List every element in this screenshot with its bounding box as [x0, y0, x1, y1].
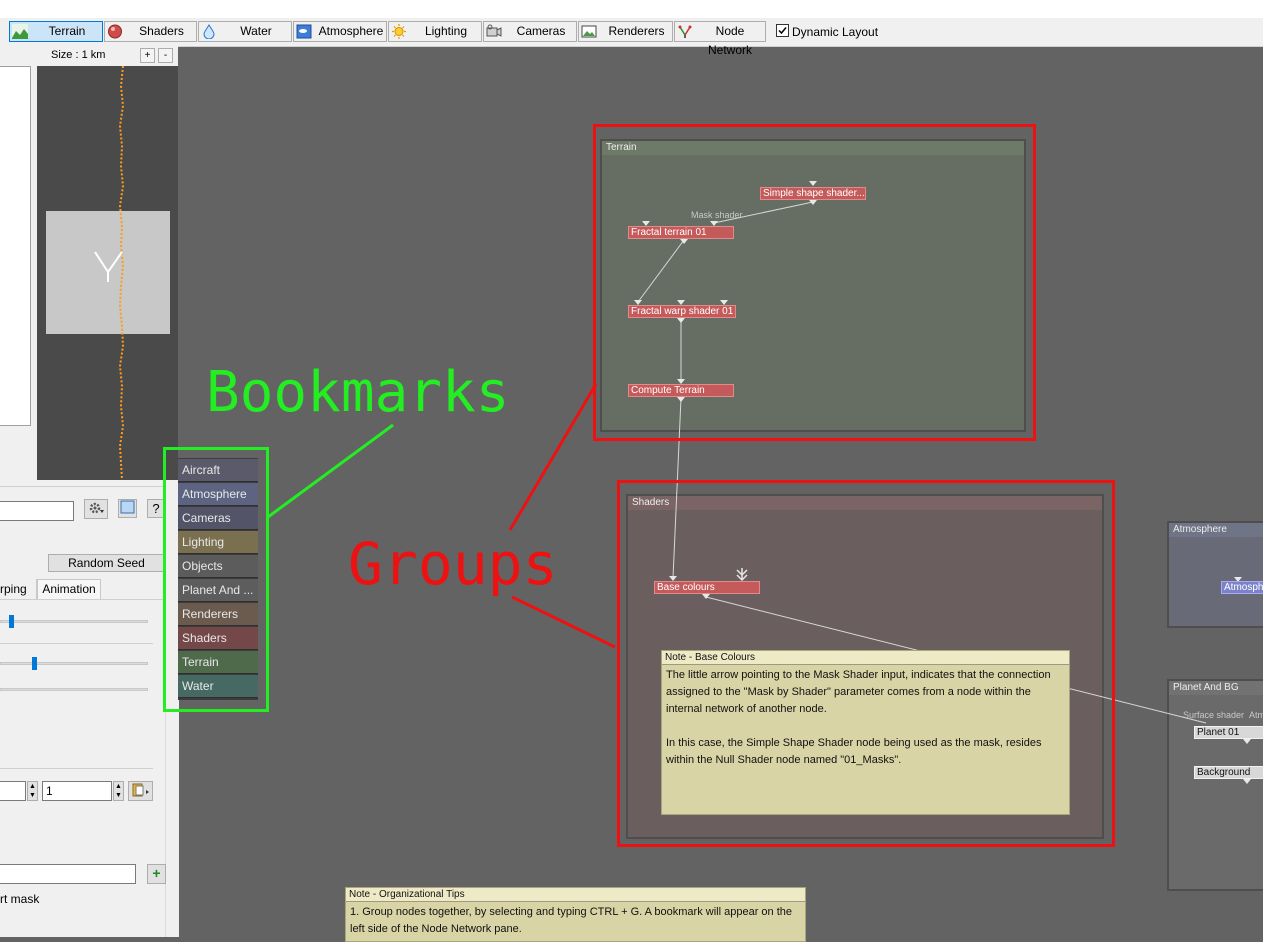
shaders-group-pointer-line [511, 595, 616, 649]
bookmarks-pointer-line [267, 423, 394, 519]
groups-annotation: Groups [348, 530, 558, 598]
terrain-group-pointer-line [508, 383, 598, 531]
bookmarks-annotation: Bookmarks [206, 360, 510, 425]
annotation-lines [267, 383, 616, 649]
